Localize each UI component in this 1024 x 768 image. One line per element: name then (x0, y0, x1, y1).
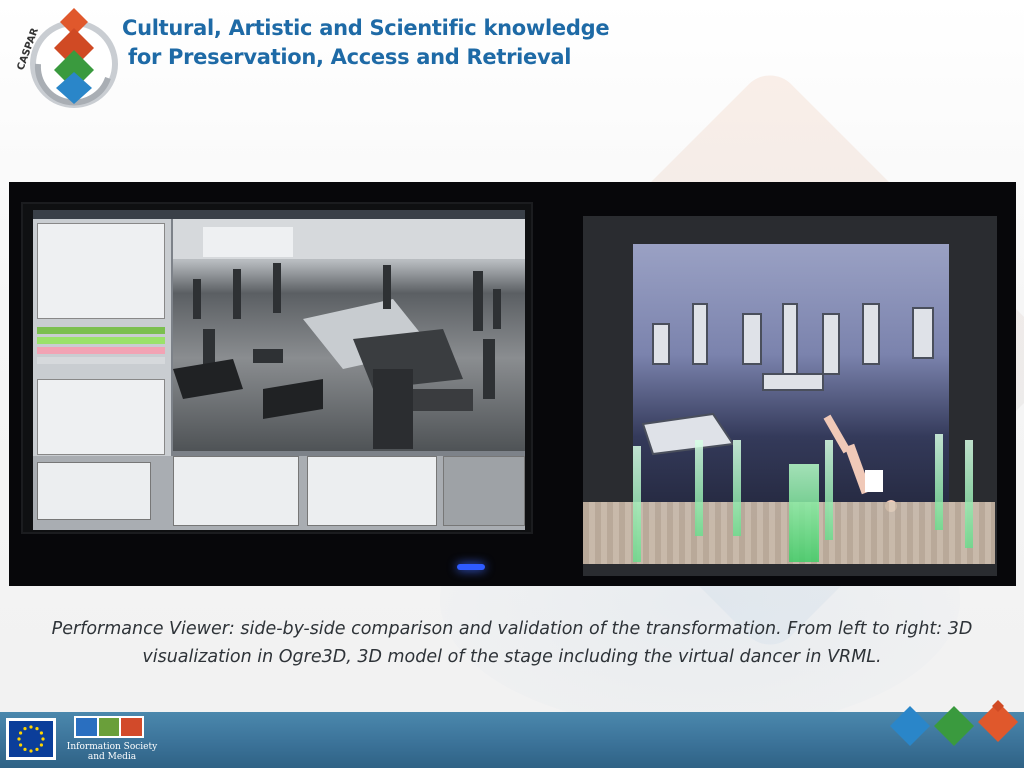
power-led-icon (457, 564, 485, 570)
bottom-panel (173, 456, 299, 526)
bottom-panel (443, 456, 525, 526)
right-monitor (583, 216, 997, 576)
isoc-text: Information Society and Media (64, 742, 160, 762)
information-society-logo: Information Society and Media (64, 716, 160, 766)
3d-viewport (173, 219, 525, 451)
side-strip (37, 337, 165, 344)
caspar-diamonds-icon (890, 700, 1018, 746)
figure-caption: Performance Viewer: side-by-side compari… (51, 619, 973, 667)
stage-light (733, 440, 741, 536)
side-strip (37, 357, 165, 364)
footer-bar: Information Society and Media (0, 712, 1024, 768)
stage-light (633, 446, 641, 562)
stage-light (965, 440, 973, 548)
isoc-line-2: and Media (87, 752, 137, 762)
monitors-photo (9, 182, 1016, 586)
bottom-panel (37, 462, 151, 520)
side-strip (37, 327, 165, 334)
side-panel (37, 223, 165, 319)
stage-light (825, 440, 833, 540)
robot-scene (173, 219, 525, 449)
side-strip (37, 347, 165, 354)
left-monitor (21, 202, 533, 534)
eu-flag-icon (6, 718, 56, 760)
wave-icon (121, 718, 143, 736)
chart-icon (98, 718, 120, 736)
side-panel (37, 379, 165, 455)
title-line-1: Cultural, Artistic and Scientific knowle… (122, 16, 610, 40)
title-line-2: for Preservation, Access and Retrieval (128, 45, 572, 69)
stage-light (789, 464, 819, 562)
arrow-icon (76, 718, 97, 736)
app-menubar (33, 210, 525, 219)
bottom-panel (307, 456, 437, 526)
page-title: Cultural, Artistic and Scientific knowle… (122, 14, 642, 72)
caspar-logo: CASPAR (16, 8, 118, 108)
isoc-icons (74, 716, 144, 738)
app-sidebar (33, 219, 171, 459)
stage-light (935, 434, 943, 530)
app-bottom-bar (33, 456, 525, 530)
isoc-line-1: Information Society (66, 742, 158, 752)
stage-light (695, 440, 703, 536)
ogre3d-screen (33, 210, 525, 530)
